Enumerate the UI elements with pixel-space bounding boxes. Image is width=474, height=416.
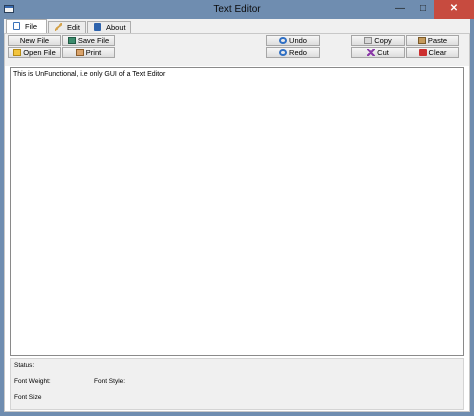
save-icon bbox=[67, 37, 76, 44]
app-window: Text Editor — □ ✕ File Edit About New Fi… bbox=[0, 0, 474, 416]
save-file-button[interactable]: Save File bbox=[62, 35, 115, 46]
undo-icon bbox=[279, 37, 288, 44]
edit-icon bbox=[55, 23, 62, 31]
button-label: Cut bbox=[377, 48, 389, 57]
text-editor-area[interactable]: This is UnFunctional, i.e only GUI of a … bbox=[10, 67, 464, 356]
about-icon bbox=[94, 23, 101, 31]
button-label: Clear bbox=[428, 48, 447, 57]
tab-file[interactable]: File bbox=[6, 19, 47, 33]
minimize-button[interactable]: — bbox=[388, 0, 412, 19]
copy-button[interactable]: Copy bbox=[351, 35, 405, 46]
button-label: Paste bbox=[427, 36, 448, 45]
status-label: Status: bbox=[14, 362, 35, 369]
tab-edit[interactable]: Edit bbox=[48, 21, 86, 33]
button-label: Redo bbox=[289, 48, 307, 57]
font-size-label: Font Size bbox=[14, 394, 42, 401]
status-panel: Status: Font Weight: Font Style: Font Si… bbox=[10, 358, 464, 410]
printer-icon bbox=[75, 49, 84, 56]
open-file-button[interactable]: Open File bbox=[8, 47, 61, 58]
maximize-button[interactable]: □ bbox=[412, 0, 434, 19]
paste-icon bbox=[417, 37, 426, 44]
font-weight-label: Font Weight: bbox=[14, 378, 51, 385]
new-file-button[interactable]: New File bbox=[8, 35, 61, 46]
redo-icon bbox=[279, 49, 288, 56]
button-label: Undo bbox=[289, 36, 307, 45]
tab-label: File bbox=[25, 22, 38, 31]
paste-button[interactable]: Paste bbox=[406, 35, 459, 46]
tab-label: About bbox=[106, 23, 126, 32]
button-label: Open File bbox=[23, 48, 56, 57]
editor-text[interactable]: This is UnFunctional, i.e only GUI of a … bbox=[13, 71, 165, 78]
tab-about[interactable]: About bbox=[87, 21, 131, 33]
close-button[interactable]: ✕ bbox=[434, 0, 474, 19]
undo-button[interactable]: Undo bbox=[266, 35, 320, 46]
tab-bar: File Edit About bbox=[4, 19, 470, 33]
button-label: Copy bbox=[374, 36, 392, 45]
button-label: New File bbox=[19, 36, 50, 45]
button-label: Save File bbox=[77, 36, 110, 45]
button-label: Print bbox=[85, 48, 102, 57]
file-icon bbox=[13, 22, 20, 30]
print-button[interactable]: Print bbox=[62, 47, 115, 58]
redo-button[interactable]: Redo bbox=[266, 47, 320, 58]
copy-icon bbox=[364, 37, 373, 44]
cut-button[interactable]: Cut bbox=[351, 47, 405, 58]
font-style-label: Font Style: bbox=[94, 378, 126, 385]
clear-icon bbox=[418, 49, 427, 56]
toolbar: New File Save File Open File Print Undo … bbox=[5, 34, 469, 66]
title-bar[interactable]: Text Editor — □ ✕ bbox=[0, 0, 474, 19]
client-area: File Edit About New File Save File Open … bbox=[4, 19, 470, 412]
folder-icon bbox=[13, 49, 22, 56]
tab-label: Edit bbox=[67, 23, 80, 32]
scissors-icon bbox=[367, 49, 376, 56]
clear-button[interactable]: Clear bbox=[406, 47, 459, 58]
file-tab-panel: New File Save File Open File Print Undo … bbox=[4, 33, 470, 412]
